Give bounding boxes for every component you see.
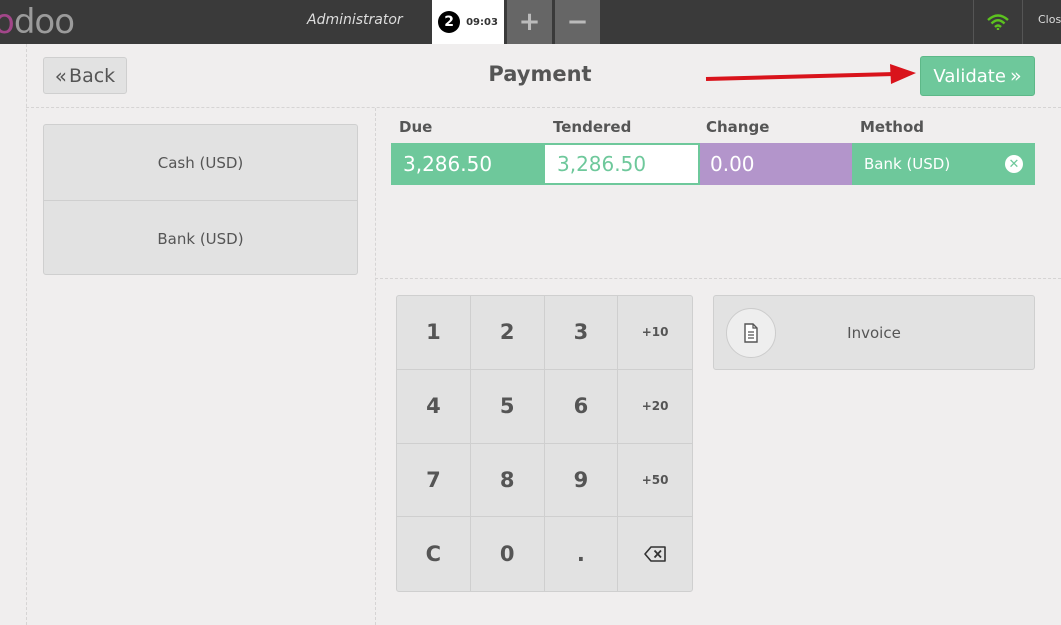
numpad-key-4[interactable]: 4 [397,369,471,444]
change-column-header: Change [706,118,770,136]
red-arrow-annotation [705,64,916,84]
tendered-amount-input[interactable]: 3,286.50 [543,143,700,185]
header-separator [26,107,1061,108]
order-time: 09:03 [466,16,498,28]
validate-label: Validate [933,65,1006,87]
delete-paymentline-icon[interactable]: ✕ [1005,155,1023,173]
remove-order-button[interactable]: − [555,0,600,44]
left-border-line [26,44,27,625]
numpad-key-2[interactable]: 2 [470,296,545,370]
numpad-key-plus20[interactable]: +20 [618,370,692,444]
due-amount: 3,286.50 [391,143,543,185]
numpad-key-clear[interactable]: C [397,517,471,591]
wifi-icon [973,0,1023,44]
numpad-key-plus50[interactable]: +50 [618,444,692,518]
due-column-header: Due [399,118,433,136]
payment-method-cell: Bank (USD) ✕ [852,143,1035,185]
tendered-column-header: Tendered [553,118,632,136]
double-chevron-left-icon: « [54,63,68,88]
paymentlines-separator [375,278,1061,279]
order-tab[interactable]: 2 09:03 [432,0,504,44]
numpad-key-8[interactable]: 8 [470,443,545,518]
numpad-key-plus10[interactable]: +10 [618,296,692,370]
close-button[interactable]: Close [1038,13,1061,26]
payment-method-bank[interactable]: Bank (USD) [44,200,357,276]
numpad-key-7[interactable]: 7 [397,443,471,518]
page-title: Payment [488,62,592,86]
user-name[interactable]: Administrator [307,12,403,28]
numpad-key-1[interactable]: 1 [397,296,471,370]
double-chevron-right-icon: » [1009,65,1022,87]
numpad-key-dot[interactable]: . [545,517,619,591]
column-separator [375,108,376,625]
numpad-key-5[interactable]: 5 [470,369,545,444]
order-number-badge: 2 [438,11,461,33]
payment-methods-list: Cash (USD) Bank (USD) [43,124,358,275]
numpad-key-3[interactable]: 3 [544,296,619,370]
invoice-label: Invoice [847,324,901,342]
numpad-key-9[interactable]: 9 [544,443,619,518]
back-button[interactable]: « Back [43,57,127,94]
add-order-button[interactable]: + [507,0,552,44]
method-column-header: Method [860,118,924,136]
payment-method-cash[interactable]: Cash (USD) [44,125,357,200]
numpad-key-0[interactable]: 0 [471,517,545,591]
invoice-button[interactable]: Invoice [713,295,1035,370]
payment-method-name: Bank (USD) [864,155,951,173]
pos-topbar: odoo Administrator 2 09:03 + − Close [0,0,1061,44]
odoo-logo: o doo [0,2,75,42]
numpad-key-6[interactable]: 6 [544,369,619,444]
back-label: Back [69,64,116,87]
backspace-icon[interactable] [618,517,692,591]
paymentline-row[interactable]: 3,286.50 3,286.50 0.00 Bank (USD) ✕ [391,143,1035,185]
validate-button[interactable]: Validate » [920,56,1035,96]
change-amount: 0.00 [700,143,852,185]
numpad: 1 2 3 +10 4 5 6 +20 7 8 9 +50 C 0 . [396,295,693,592]
